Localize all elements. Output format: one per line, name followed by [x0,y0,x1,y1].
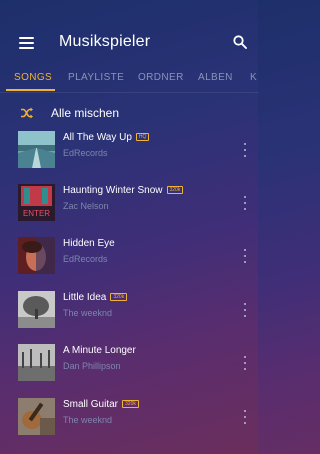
song-artist: The weeknd [63,308,113,318]
song-artist: EdRecords [63,148,108,158]
more-options-icon[interactable] [239,410,251,424]
more-options-icon[interactable] [239,196,251,210]
song-list-item[interactable]: All The Way Up HQ EdRecords [0,131,258,185]
shuffle-icon [21,107,33,119]
more-options-icon[interactable] [239,303,251,317]
album-art-guitar [18,398,55,435]
album-art-portrait [18,237,55,274]
song-title: A Minute Longer [63,345,136,356]
tab-alben[interactable]: ALBEN [198,72,233,83]
shuffle-all-button[interactable]: Alle mischen [0,100,258,126]
tabs-divider [0,92,258,93]
shuffle-all-label: Alle mischen [51,106,120,120]
song-artist: Dan Phillipson [63,361,121,371]
hamburger-menu-icon[interactable] [19,37,34,49]
tab-bar: SONGS PLAYLISTE ORDNER ALBEN K [0,64,258,92]
song-artist: The weeknd [63,415,113,425]
song-list-item[interactable]: Little Idea 320k The weeknd [0,291,258,345]
song-list-item[interactable]: Small Guitar 320k The weeknd [0,398,258,452]
app-title: Musikspieler [59,33,151,50]
tab-playliste[interactable]: PLAYLISTE [68,72,124,83]
album-art-road [18,131,55,168]
song-title: All The Way Up HQ [63,132,150,143]
quality-badge: 320k [122,400,139,408]
more-options-icon[interactable] [239,356,251,370]
tab-k[interactable]: K [250,72,257,83]
quality-badge: 320k [110,293,128,301]
song-title: Hidden Eye [63,238,115,249]
tab-ordner[interactable]: ORDNER [138,72,184,83]
song-title: Small Guitar 320k [63,399,139,410]
album-art-forest [18,344,55,381]
search-icon[interactable] [233,35,247,49]
active-tab-indicator [6,89,55,91]
song-title: Haunting Winter Snow 320k [63,185,184,196]
more-options-icon[interactable] [239,143,251,157]
svg-text:ENTER: ENTER [23,209,50,218]
tab-songs[interactable]: SONGS [14,72,52,83]
song-artist: Zac Nelson [63,201,109,211]
quality-badge: 320k [166,186,184,194]
quality-badge: HQ [135,133,150,141]
album-art-enter: ENTER [18,184,55,221]
more-options-icon[interactable] [239,249,251,263]
app-bar: Musikspieler [0,0,258,64]
song-list-item[interactable]: A Minute Longer Dan Phillipson [0,344,258,398]
song-title: Little Idea 320k [63,292,128,303]
song-list-item[interactable]: ENTER Haunting Winter Snow 320k Zac Nelso… [0,184,258,238]
song-artist: EdRecords [63,254,108,264]
album-art-tree [18,291,55,328]
song-list-item[interactable]: Hidden Eye EdRecords [0,237,258,291]
